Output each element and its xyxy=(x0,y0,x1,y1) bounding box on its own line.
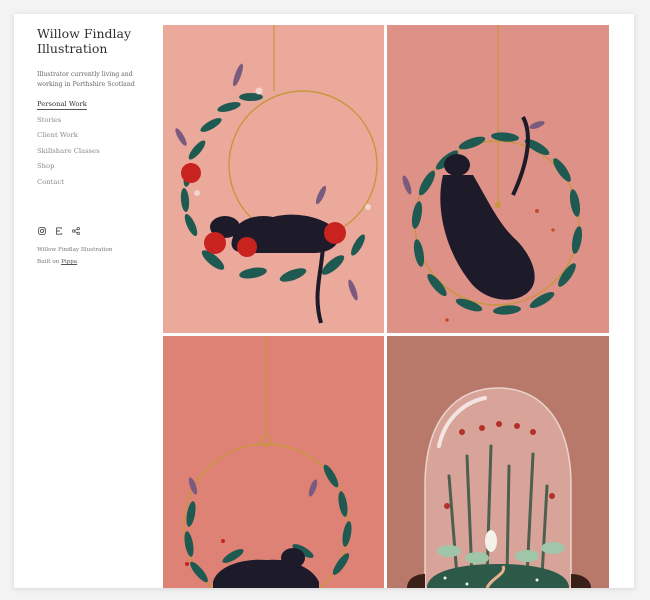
page-card: Willow Findlay Illustration Illustrator … xyxy=(14,14,634,588)
nav-item-client-work[interactable]: Client Work xyxy=(37,128,157,144)
illustration-glass-dome xyxy=(407,387,591,588)
nav-item-label: Skillshare Classes xyxy=(37,146,100,155)
pippa-link[interactable]: Pippa xyxy=(61,259,77,265)
social-links xyxy=(37,226,157,235)
nav-item-label: Stories xyxy=(37,115,62,124)
etsy-icon[interactable] xyxy=(54,226,63,235)
nav-item-shop[interactable]: Shop xyxy=(37,159,157,175)
footer-owner: Willow Findlay Illustration xyxy=(37,247,113,253)
footer-built-prefix: Built on xyxy=(37,259,60,265)
nav-item-stories[interactable]: Stories xyxy=(37,113,157,129)
nav-item-personal-work[interactable]: Personal Work xyxy=(37,97,157,113)
site-title-line-2[interactable]: Illustration xyxy=(37,41,157,56)
nav-item-skillshare-classes[interactable]: Skillshare Classes xyxy=(37,144,157,160)
gallery-tile-panther-climbing[interactable] xyxy=(387,25,609,333)
illustration-panther-wreath-roses xyxy=(175,25,378,324)
share-icon[interactable] xyxy=(71,226,80,235)
footer: Willow Findlay Illustration Built on Pip… xyxy=(37,244,157,268)
main-nav: Personal Work Stories Client Work Skills… xyxy=(37,97,157,190)
gallery-tile-panther-lying[interactable] xyxy=(163,336,384,588)
sidebar: Willow Findlay Illustration Illustrator … xyxy=(37,26,157,268)
instagram-icon[interactable] xyxy=(37,226,46,235)
gallery-tile-glass-dome[interactable] xyxy=(387,336,609,588)
nav-item-label: Shop xyxy=(37,162,55,170)
illustration-panther-lying xyxy=(183,336,352,588)
nav-item-contact[interactable]: Contact xyxy=(37,175,157,191)
nav-item-label: Personal Work xyxy=(37,100,87,110)
gallery-tile-panther-wreath-roses[interactable] xyxy=(163,25,384,333)
tagline: Illustrator currently living and working… xyxy=(37,71,135,88)
gallery-grid xyxy=(163,25,609,588)
nav-item-label: Contact xyxy=(37,177,64,186)
footer-built-on: Built on Pippa xyxy=(37,256,157,268)
site-title[interactable]: Willow Findlay Illustration xyxy=(37,26,157,56)
site-title-line-1[interactable]: Willow Findlay xyxy=(37,26,157,41)
illustration-panther-climbing xyxy=(402,25,583,322)
nav-item-label: Client Work xyxy=(37,131,78,139)
